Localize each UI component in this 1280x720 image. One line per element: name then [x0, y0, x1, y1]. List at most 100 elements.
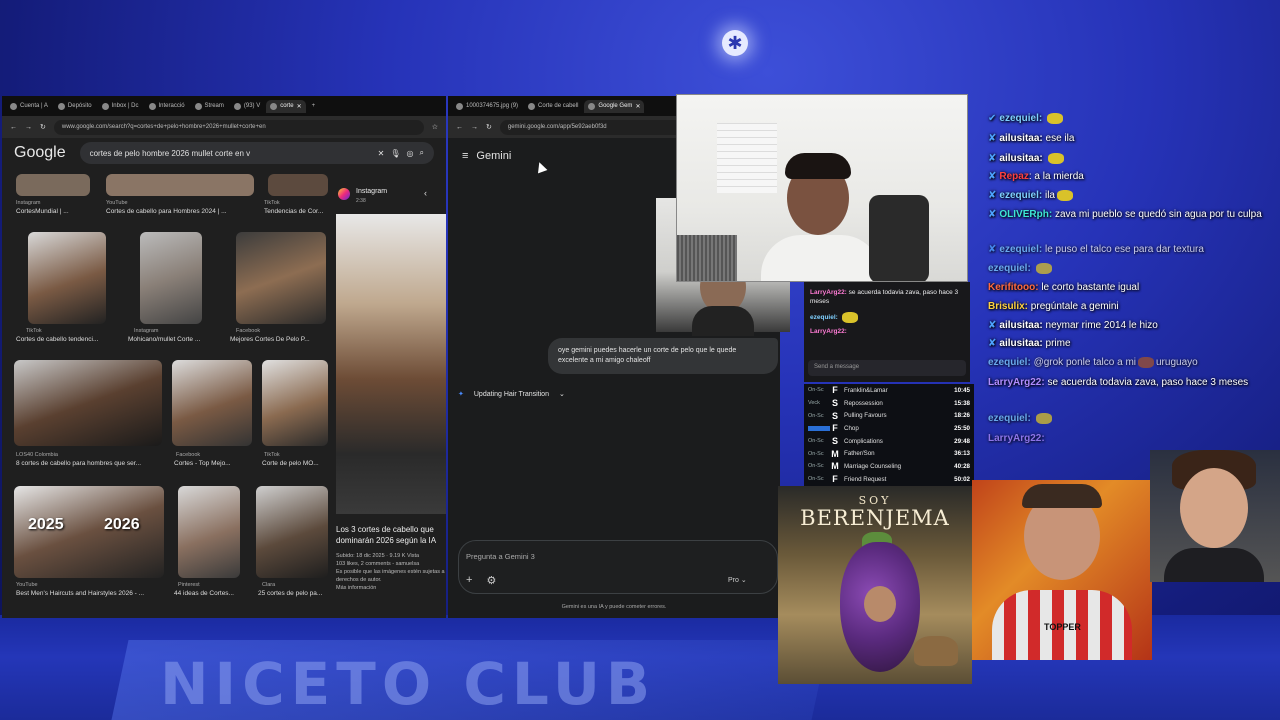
result-thumb[interactable]	[236, 232, 326, 324]
shirt-brand-text: TOPPER	[1044, 622, 1081, 632]
chat-message: ✘ ailusitaa: prime	[988, 338, 1071, 349]
result-thumb[interactable]	[28, 232, 106, 324]
thinking-status[interactable]: ✦ Updating Hair Transition ⌄	[458, 390, 565, 399]
camera-search-icon[interactable]: ◎	[407, 149, 414, 158]
result-title[interactable]: 8 cortes de cabello para hombres que ser…	[16, 460, 166, 467]
result-title[interactable]: Tendencias de Cor...	[264, 208, 332, 215]
preview-image[interactable]	[336, 214, 446, 514]
bookmark-star-icon[interactable]: ☆	[432, 123, 438, 131]
chat-message: LarryArg22: se acuerda todavia zava, pas…	[988, 377, 1249, 388]
gemini-header: ≡ Gemini	[462, 150, 511, 162]
result-thumb[interactable]	[16, 174, 90, 196]
image-preview-panel: Instagram 2:38 ‹ Los 3 cortes de cabello…	[332, 184, 446, 614]
chat-message: ✘ ezequiel: le puso el talco ese para dar…	[988, 244, 1204, 255]
prompt-tools: + ⚙	[466, 574, 496, 587]
tab-cortes[interactable]: corte ✕	[266, 99, 306, 113]
preview-title[interactable]: Los 3 cortes de cabello que dominarán 20…	[336, 524, 446, 546]
result-thumb[interactable]	[178, 486, 240, 578]
result-thumb[interactable]	[172, 360, 252, 446]
user-message: oye gemini puedes hacerle un corte de pe…	[548, 338, 778, 374]
new-tab-button[interactable]: +	[308, 100, 320, 112]
poster-title: BERENJEMA	[800, 506, 950, 530]
result-title[interactable]: CortesMundial | ...	[16, 208, 102, 215]
result-title[interactable]: Best Men's Haircuts and Hairstyles 2026 …	[16, 590, 166, 597]
list-item[interactable]: On-Sc F Franklin&Lamar 10:45	[804, 384, 974, 397]
more-options-icon[interactable]: ⋮	[778, 390, 780, 399]
tools-icon[interactable]: ⚙	[486, 574, 496, 587]
episode-list: On-Sc F Franklin&Lamar 10:45 Veck S Repossess…	[804, 384, 974, 486]
preview-meta: Subido: 18 dic 2025 · 9.19 K Vista 103 l…	[336, 553, 445, 591]
search-input[interactable]: cortes de pelo hombre 2026 mullet corte …	[79, 142, 434, 164]
tab-inbox[interactable]: Inbox | Dc	[98, 100, 143, 113]
tab-interaccion[interactable]: Interacció	[145, 100, 189, 113]
google-logo[interactable]: Google	[14, 144, 66, 162]
result-title[interactable]: Cortes de cabello para Hombres 2024 | ..…	[106, 208, 256, 215]
search-icon[interactable]: ⌕	[420, 148, 424, 158]
berenjema-poster: SOY BERENJEMA	[778, 486, 972, 684]
reload-icon[interactable]: ↻	[40, 123, 46, 131]
tab-youtube[interactable]: (93) V	[230, 100, 264, 113]
back-icon[interactable]: ←	[456, 124, 463, 131]
background-club-text: NICETO CLUB	[160, 650, 657, 718]
tab-deposito[interactable]: Depósito	[54, 100, 96, 113]
gemini-spark-icon: ✦	[458, 391, 464, 398]
eggplant-image	[840, 542, 920, 672]
chat-message: ✘ OLIVERph: zava mi pueblo se quedó sin a…	[988, 209, 1262, 220]
webcam-guest: TOPPER	[972, 480, 1152, 660]
tab-jpg[interactable]: 1000374675.jpg (9)	[452, 100, 522, 113]
thumb-label-2026: 2026	[104, 516, 140, 533]
chevron-left-icon[interactable]: ‹	[424, 188, 427, 198]
chat-message: ✘ ailusitaa: neymar rime 2014 le hizo	[988, 320, 1158, 331]
result-title[interactable]: Corte de pelo MO...	[262, 460, 330, 467]
send-message-input[interactable]: Send a message	[808, 360, 966, 376]
tab-gemini[interactable]: Google Gem ✕	[584, 99, 645, 113]
result-title[interactable]: Mejores Cortes De Pelo P...	[230, 336, 330, 343]
chat-message: ezequiel: @grok ponle talco a mi uruguayo	[988, 356, 1198, 368]
chat-message: Kerifitooo: le corto bastante igual	[988, 282, 1140, 293]
result-thumb[interactable]	[256, 486, 328, 578]
microphone-icon[interactable]: 🎙	[390, 149, 400, 158]
list-item[interactable]: On-Sc F Friend Request 50:02	[804, 473, 974, 486]
forward-icon[interactable]: →	[25, 124, 32, 131]
back-icon[interactable]: ←	[10, 124, 17, 131]
result-title[interactable]: Cortes - Top Mejo...	[174, 460, 256, 467]
forward-icon[interactable]: →	[471, 124, 478, 131]
menu-icon[interactable]: ≡	[462, 150, 468, 162]
tab-strip: Cuenta | A Depósito Inbox | Dc Interacci…	[2, 96, 446, 116]
result-thumb[interactable]: 2025 2026	[14, 486, 164, 578]
chat-message: Brisulix: pregúntale a gemini	[988, 301, 1119, 312]
clear-icon[interactable]: ✕	[378, 149, 385, 158]
result-thumb[interactable]	[268, 174, 328, 196]
tab-cuenta[interactable]: Cuenta | A	[6, 100, 52, 113]
webcam-streamer	[676, 94, 968, 282]
list-item[interactable]: F Chop 25:50	[804, 422, 974, 435]
result-thumb[interactable]	[106, 174, 254, 196]
list-item[interactable]: On-Sc S Complications 29:48	[804, 435, 974, 448]
chat-message: ✘ Repaz: a la mierda	[988, 171, 1084, 182]
chevron-down-icon[interactable]: ⌄	[559, 390, 565, 398]
url-input[interactable]: www.google.com/search?q=cortes+de+pelo+h…	[53, 119, 424, 135]
tab-corte-cabello[interactable]: Corte de cabell	[524, 100, 582, 113]
list-item[interactable]: On-Sc M Father/Son 36:13	[804, 447, 974, 460]
result-thumb[interactable]	[14, 360, 162, 446]
result-thumb[interactable]	[140, 232, 202, 324]
chat-message: ezequiel:	[988, 412, 1278, 425]
list-item[interactable]: On-Sc S Pulling Favours 18:26	[804, 409, 974, 422]
result-thumb[interactable]	[262, 360, 328, 446]
chat-line: LarryArg22: se acuerda todavia zava, pas…	[810, 289, 959, 305]
result-title[interactable]: 25 cortes de pelo pa...	[258, 590, 330, 597]
prompt-input[interactable]	[458, 540, 778, 594]
result-title[interactable]: 44 ideas de Cortes...	[174, 590, 250, 597]
chat-message: ✘ ailusitaa:	[988, 152, 1278, 165]
add-icon[interactable]: +	[466, 574, 472, 587]
webcam-cohost	[1150, 450, 1280, 582]
reload-icon[interactable]: ↻	[486, 123, 492, 131]
result-title[interactable]: Mohicano/mullet Corte ...	[128, 336, 228, 343]
chat-message: ezequiel:	[988, 262, 1278, 275]
tab-stream[interactable]: Stream	[191, 100, 228, 113]
model-selector[interactable]: Pro ⌄	[728, 576, 747, 584]
list-item[interactable]: On-Sc M Marriage Counseling 40:28	[804, 460, 974, 473]
list-item[interactable]: Veck S Repossession 15:38	[804, 397, 974, 410]
instagram-icon	[338, 188, 350, 200]
result-title[interactable]: Cortes de cabello tendenci...	[16, 336, 126, 343]
